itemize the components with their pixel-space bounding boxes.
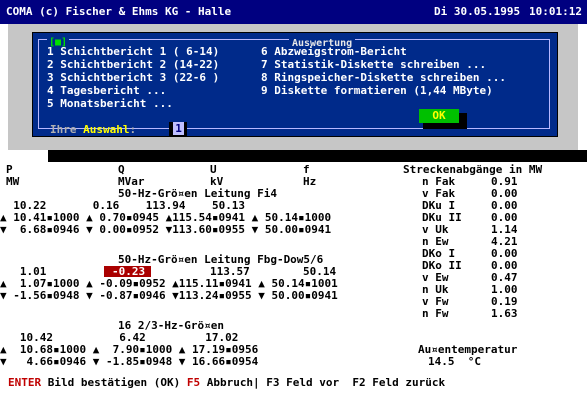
menu-item-9[interactable]: 9 Diskette formatieren (1,44 MByte) <box>261 84 493 97</box>
app-title: COMA (c) Fischer & Ehms KG - Halle <box>6 5 232 18</box>
table-row: ▲ 10.68▪1000 ▲ 7.90▪1000 ▲ 17.19▪0956 <box>0 343 259 356</box>
streckenabgang-label: n Ew <box>422 235 449 248</box>
streckenabgang-value: 4.21 <box>491 235 518 248</box>
selection-input[interactable]: 1 <box>169 122 187 136</box>
title-bar: COMA (c) Fischer & Ehms KG - Halle Di 30… <box>0 0 587 24</box>
value-u: 113.57 <box>210 265 250 278</box>
date-display: Di 30.05.1995 <box>434 5 521 18</box>
table-row: ▲ 1.07▪1000 ▲ -0.09▪0952 ▲115.11▪0941 ▲ … <box>0 277 338 290</box>
ok-button[interactable]: OK <box>419 109 459 123</box>
unit-q: MVar <box>118 175 145 188</box>
streckenabgang-value: 0.19 <box>491 295 518 308</box>
unit-f: Hz <box>303 175 317 188</box>
auswertung-dialog: [■] Auswertung 1 Schichtbericht 1 ( 6-14… <box>32 32 558 137</box>
streckenabgang-label: DKu II <box>422 211 462 224</box>
time-display: 10:01:12 <box>529 5 582 18</box>
dialog-bottom-shadow <box>48 150 587 162</box>
streckenabgang-label: DKo II <box>422 259 462 272</box>
menu-item-3[interactable]: 3 Schichtbericht 3 (22-6 ) <box>47 71 219 84</box>
menu-item-8[interactable]: 8 Ringspeicher-Diskette schreiben ... <box>261 71 506 84</box>
streckenabgang-label: n Fw <box>422 307 449 320</box>
group2-title: 50-Hz-Grö¤en Leitung Fbg-Dow5/6 <box>118 253 324 266</box>
menu-item-2[interactable]: 2 Schichtbericht 2 (14-22) <box>47 58 219 71</box>
streckenabgang-label: n Uk <box>422 283 449 296</box>
status-bar: ENTER Bild bestätigen (OK) F5 Abbruch| F… <box>8 376 446 389</box>
unit-p: MW <box>6 175 20 188</box>
streckenabgang-value: 0.47 <box>491 271 518 284</box>
table-row: 10.22 0.16 113.94 50.13 <box>0 199 246 212</box>
col-header-u: U <box>210 163 217 176</box>
menu-item-7[interactable]: 7 Statistik-Diskette schreiben ... <box>261 58 486 71</box>
group3-title: 16 2/3-Hz-Grö¤en <box>118 319 224 332</box>
streckenabgang-value: 0.00 <box>491 259 518 272</box>
menu-item-5[interactable]: 5 Monatsbericht ... <box>47 97 173 110</box>
f5-key[interactable]: F5 <box>187 376 200 389</box>
value-f: 50.14 <box>303 265 337 278</box>
table-row: ▼ 6.68▪0946 ▼ 0.00▪0952 ▼113.60▪0955 ▼ 5… <box>0 223 332 236</box>
selection-prompt: Ihre Auswahl: <box>50 123 137 136</box>
menu-item-1[interactable]: 1 Schichtbericht 1 ( 6-14) <box>47 45 219 58</box>
streckenabgang-value: 0.00 <box>491 247 518 260</box>
streckenabgang-label: DKu I <box>422 199 456 212</box>
table-row: ▲ 10.41▪1000 ▲ 0.70▪0945 ▲115.54▪0941 ▲ … <box>0 211 332 224</box>
table-row: 10.42 6.42 17.02 <box>0 331 239 344</box>
streckenabgang-label: v Fw <box>422 295 449 308</box>
streckenabgang-value: 0.00 <box>491 199 518 212</box>
streckenabgang-value: 0.00 <box>491 211 518 224</box>
group1-title: 50-Hz-Grö¤en Leitung Fi4 <box>118 187 277 200</box>
temperature-label: Au¤entemperatur <box>418 343 518 356</box>
streckenabgang-value: 0.91 <box>491 175 518 188</box>
table-row: 1.01 <box>0 265 47 278</box>
table-row: ▼ -1.56▪0948 ▼ -0.87▪0946 ▼113.24▪0955 ▼… <box>0 289 338 302</box>
streckenabgang-value: 1.14 <box>491 223 518 236</box>
streckenabgang-value: 1.00 <box>491 283 518 296</box>
streckenabgang-label: n Fak <box>422 175 456 188</box>
streckenabgang-label: v Fak <box>422 187 456 200</box>
streckenabgang-value: 1.63 <box>491 307 518 320</box>
streckenabgaenge-title: Streckenabgänge in MW <box>403 163 543 176</box>
streckenabgang-value: 0.00 <box>491 187 518 200</box>
temperature-value: 14.5 °C <box>428 355 481 368</box>
menu-item-4[interactable]: 4 Tagesbericht ... <box>47 84 166 97</box>
col-header-f: f <box>303 163 310 176</box>
col-header-q: Q <box>118 163 125 176</box>
selected-field-q[interactable]: -0.23 <box>104 266 152 277</box>
col-header-p: P <box>6 163 13 176</box>
streckenabgang-label: v Ew <box>422 271 449 284</box>
menu-item-6[interactable]: 6 Abzweigstrom-Bericht <box>261 45 407 58</box>
streckenabgang-label: v Uk <box>422 223 449 236</box>
table-row: ▼ 4.66▪0946 ▼ -1.85▪0948 ▼ 16.66▪0954 <box>0 355 259 368</box>
dialog-shadow-area: [■] Auswertung 1 Schichtbericht 1 ( 6-14… <box>8 24 578 150</box>
enter-key[interactable]: ENTER <box>8 376 41 389</box>
unit-u: kV <box>210 175 224 188</box>
streckenabgang-label: DKo I <box>422 247 456 260</box>
